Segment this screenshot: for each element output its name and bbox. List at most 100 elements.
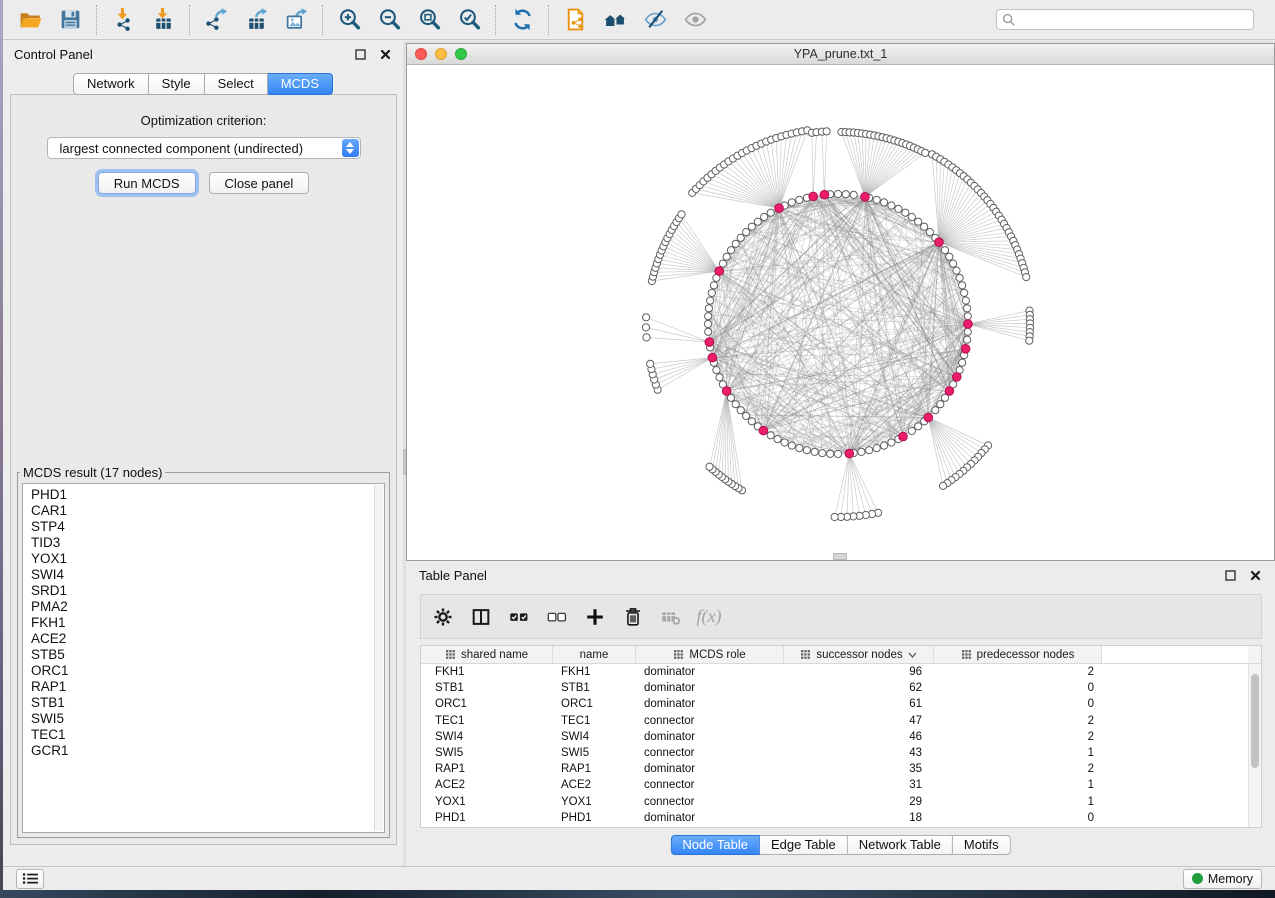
table-row[interactable]: SWI4SWI4dominator462	[421, 729, 1248, 745]
network-node[interactable]	[946, 253, 953, 260]
mcds-node[interactable]	[845, 449, 854, 458]
table-row[interactable]: STB1STB1dominator620	[421, 680, 1248, 696]
network-node[interactable]	[819, 450, 826, 457]
mcds-result-node[interactable]: STB1	[31, 695, 384, 711]
show-hidden-button[interactable]	[675, 3, 715, 37]
criterion-select[interactable]: largest connected component (undirected)	[47, 137, 361, 159]
export-network-button[interactable]	[196, 3, 236, 37]
mcds-node[interactable]	[820, 190, 829, 199]
network-node[interactable]	[811, 448, 818, 455]
network-node[interactable]	[642, 324, 649, 331]
mcds-node[interactable]	[708, 353, 717, 362]
network-node[interactable]	[834, 190, 841, 197]
network-node[interactable]	[732, 401, 739, 408]
table-row[interactable]: YOX1YOX1connector291	[421, 794, 1248, 810]
network-canvas[interactable]	[407, 66, 1274, 560]
network-node[interactable]	[922, 149, 929, 156]
network-node[interactable]	[888, 202, 895, 209]
mcds-node[interactable]	[759, 426, 768, 435]
column-header-name[interactable]: name	[553, 646, 636, 663]
network-node[interactable]	[723, 253, 730, 260]
network-node[interactable]	[796, 445, 803, 452]
tab-style[interactable]: Style	[149, 73, 205, 95]
network-node[interactable]	[706, 463, 713, 470]
network-node[interactable]	[643, 314, 650, 321]
network-node[interactable]	[956, 274, 963, 281]
tab-node-table[interactable]: Node Table	[670, 835, 760, 855]
network-node[interactable]	[748, 418, 755, 425]
network-node[interactable]	[678, 211, 685, 218]
memory-button[interactable]: Memory	[1183, 869, 1262, 889]
column-header-shared-name[interactable]: shared name	[421, 646, 553, 663]
network-node[interactable]	[732, 240, 739, 247]
save-session-button[interactable]	[50, 3, 90, 37]
mcds-result-node[interactable]: TEC1	[31, 727, 384, 743]
network-node[interactable]	[761, 213, 768, 220]
network-node[interactable]	[823, 128, 830, 135]
network-node[interactable]	[716, 374, 723, 381]
table-panel-float-icon[interactable]	[1223, 568, 1237, 582]
table-row[interactable]: FKH1FKH1dominator962	[421, 664, 1248, 680]
tab-network[interactable]: Network	[73, 73, 149, 95]
task-history-button[interactable]	[16, 869, 44, 889]
zoom-fit-button[interactable]	[409, 3, 449, 37]
import-table-button[interactable]	[143, 3, 183, 37]
toggle-columns-button[interactable]	[468, 604, 494, 630]
network-node[interactable]	[796, 196, 803, 203]
tab-network-table[interactable]: Network Table	[848, 835, 953, 855]
mcds-result-node[interactable]: PHD1	[31, 487, 384, 503]
network-node[interactable]	[873, 196, 880, 203]
network-node[interactable]	[727, 247, 734, 254]
network-node[interactable]	[873, 445, 880, 452]
tab-motifs[interactable]: Motifs	[953, 835, 1011, 855]
table-row[interactable]: RAP1RAP1dominator352	[421, 761, 1248, 777]
network-node[interactable]	[831, 513, 838, 520]
network-window-titlebar[interactable]: YPA_prune.txt_1	[407, 44, 1274, 65]
scrollbar-thumb[interactable]	[1251, 674, 1259, 768]
control-panel-float-icon[interactable]	[353, 47, 367, 61]
close-mcds-panel-button[interactable]: Close panel	[209, 172, 310, 194]
network-node[interactable]	[941, 247, 948, 254]
network-node[interactable]	[964, 328, 971, 335]
run-mcds-button[interactable]: Run MCDS	[98, 172, 196, 194]
tab-select[interactable]: Select	[205, 73, 268, 95]
mcds-node[interactable]	[945, 387, 954, 396]
mcds-node[interactable]	[964, 320, 973, 329]
network-node[interactable]	[647, 360, 654, 367]
network-node[interactable]	[964, 313, 971, 320]
table-row[interactable]: SWI5SWI5connector431	[421, 745, 1248, 761]
network-node[interactable]	[1026, 337, 1033, 344]
mcds-node[interactable]	[924, 413, 933, 422]
network-node[interactable]	[827, 450, 834, 457]
network-node[interactable]	[803, 447, 810, 454]
network-node[interactable]	[781, 439, 788, 446]
mcds-node[interactable]	[722, 387, 731, 396]
search-field[interactable]	[996, 9, 1254, 30]
open-session-button[interactable]	[10, 3, 50, 37]
network-node[interactable]	[754, 218, 761, 225]
mcds-result-node[interactable]: STP4	[31, 519, 384, 535]
tab-mcds[interactable]: MCDS	[268, 73, 333, 95]
mcds-result-node[interactable]: GCR1	[31, 743, 384, 759]
network-overview-button[interactable]	[595, 3, 635, 37]
export-table-button[interactable]	[236, 3, 276, 37]
column-header-predecessor-nodes[interactable]: predecessor nodes	[934, 646, 1102, 663]
network-node[interactable]	[719, 260, 726, 267]
network-node[interactable]	[902, 209, 909, 216]
network-node[interactable]	[961, 289, 968, 296]
mcds-result-node[interactable]: FKH1	[31, 615, 384, 631]
mcds-node[interactable]	[935, 238, 944, 247]
tab-edge-table[interactable]: Edge Table	[760, 835, 848, 855]
search-input[interactable]	[1016, 11, 1253, 28]
network-node[interactable]	[915, 423, 922, 430]
network-node[interactable]	[950, 260, 957, 267]
table-panel-close-icon[interactable]	[1248, 568, 1262, 582]
mcds-node[interactable]	[705, 338, 714, 347]
select-all-button[interactable]	[506, 604, 532, 630]
network-node[interactable]	[767, 432, 774, 439]
network-node[interactable]	[881, 199, 888, 206]
network-node[interactable]	[962, 297, 969, 304]
export-image-button[interactable]	[276, 3, 316, 37]
network-node[interactable]	[888, 439, 895, 446]
mcds-result-node[interactable]: SWI4	[31, 567, 384, 583]
